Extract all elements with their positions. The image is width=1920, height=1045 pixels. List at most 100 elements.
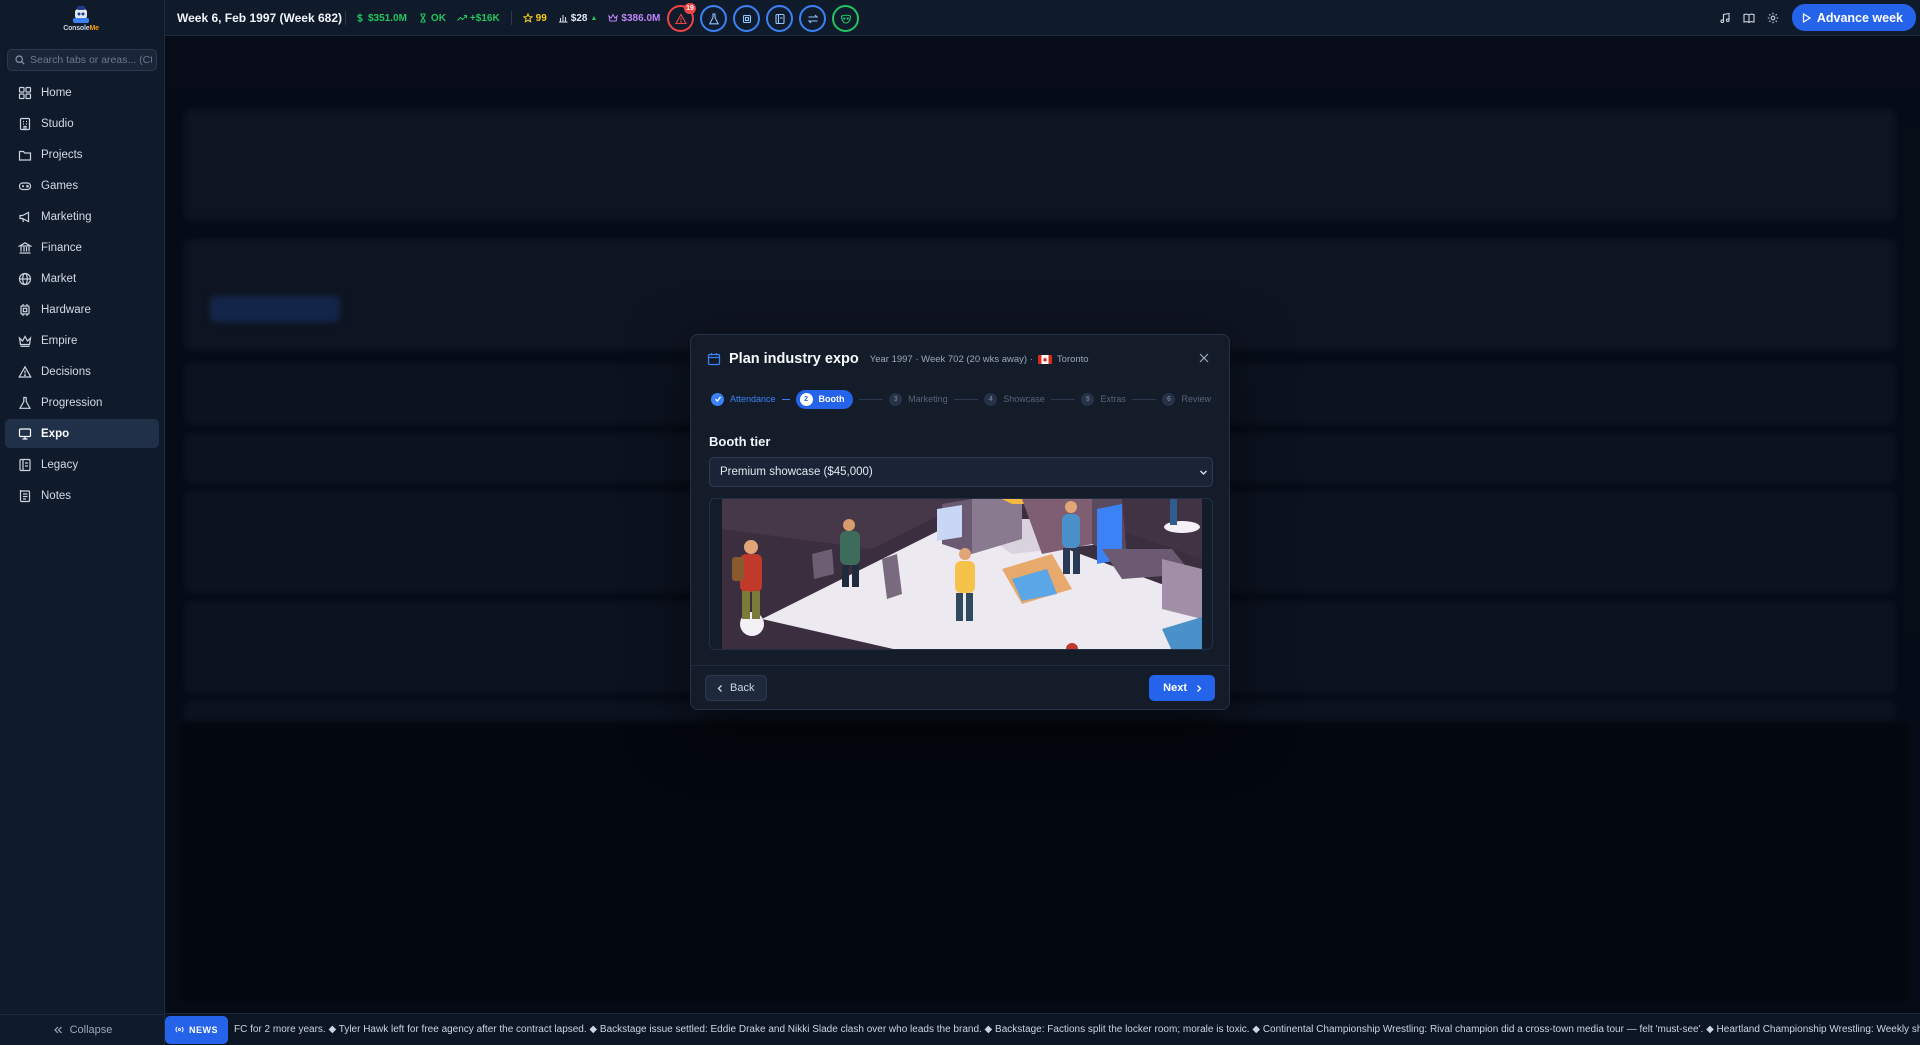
- app-logo[interactable]: ConsoleMe: [50, 6, 112, 36]
- gamepad-icon: [18, 181, 32, 190]
- music-button[interactable]: [1717, 10, 1733, 26]
- back-button[interactable]: Back: [705, 675, 768, 701]
- search-input[interactable]: [30, 54, 152, 66]
- stats-bar: $351.0M OK +$16K 99 $28 ▲ $386.0M: [345, 11, 673, 25]
- close-button[interactable]: [1197, 351, 1211, 365]
- news-tag-label: NEWS: [189, 1024, 218, 1035]
- next-label: Next: [1163, 682, 1187, 694]
- swap-arrows-icon: [807, 14, 818, 23]
- alerts-button[interactable]: 19: [667, 3, 696, 32]
- booth-tier-select[interactable]: Premium showcase ($45,000): [709, 457, 1213, 487]
- sidebar-item-label: Projects: [41, 148, 83, 161]
- ledger-button[interactable]: [766, 5, 793, 32]
- sidebar-item-progression[interactable]: Progression: [5, 388, 159, 417]
- sidebar-item-marketing[interactable]: Marketing: [5, 202, 159, 231]
- sidebar-item-home[interactable]: Home: [5, 78, 159, 107]
- step-connector: [781, 398, 790, 400]
- search-box[interactable]: [7, 49, 157, 71]
- dialog-header: Plan industry expo Year 1997 · Week 702 …: [707, 351, 1089, 367]
- hardware-button[interactable]: [733, 5, 760, 32]
- step-connector: [953, 398, 979, 400]
- divider: [510, 11, 512, 25]
- status-stat[interactable]: OK: [418, 11, 446, 25]
- globe-icon: [18, 272, 32, 285]
- step-number: 4: [984, 392, 998, 406]
- check-icon: [711, 392, 724, 406]
- ledger-icon: [774, 13, 785, 24]
- valuation-value: $386.0M: [621, 12, 661, 24]
- dialog-subtitle: Year 1997 · Week 702 (20 wks away) · Tor…: [870, 354, 1089, 365]
- chevron-right-icon: [1197, 684, 1202, 692]
- sidebar-item-label: Studio: [41, 117, 74, 130]
- price-value: $28: [570, 12, 588, 24]
- chevrons-left-icon: [53, 1026, 62, 1034]
- step-connector: [858, 398, 884, 400]
- dollar-icon: [357, 13, 363, 23]
- sidebar-item-label: Decisions: [41, 365, 91, 378]
- sidebar-item-finance[interactable]: Finance: [5, 233, 159, 262]
- mask-icon: [840, 14, 851, 24]
- sidebar-item-games[interactable]: Games: [5, 171, 159, 200]
- music-note-icon: [1720, 12, 1730, 23]
- sidebar-item-expo[interactable]: Expo: [5, 419, 159, 448]
- sidebar-item-hardware[interactable]: Hardware: [5, 295, 159, 324]
- gear-icon: [1767, 12, 1779, 23]
- mask-button[interactable]: [832, 5, 859, 32]
- search-icon: [15, 55, 25, 65]
- warning-icon: [18, 365, 32, 378]
- advance-week-label: Advance week: [1816, 10, 1903, 25]
- ledger-icon: [19, 458, 31, 471]
- news-tag[interactable]: NEWS: [165, 1015, 228, 1044]
- step-number: 6: [1162, 392, 1176, 406]
- logo-wordmark: ConsoleMe: [63, 25, 99, 32]
- trend-stat[interactable]: +$16K: [457, 11, 500, 25]
- collapse-button[interactable]: Collapse: [0, 1014, 165, 1045]
- warning-icon: [674, 12, 687, 24]
- plan-expo-dialog: Plan industry expo Year 1997 · Week 702 …: [690, 334, 1230, 710]
- transfer-button[interactable]: [799, 5, 826, 32]
- step-attendance[interactable]: Attendance: [711, 392, 776, 406]
- step-label: Extras: [1100, 394, 1126, 404]
- sidebar-item-legacy[interactable]: Legacy: [5, 450, 159, 479]
- settings-button[interactable]: [1765, 10, 1781, 26]
- step-marketing[interactable]: 3 Marketing: [889, 392, 948, 406]
- cash-stat[interactable]: $351.0M: [355, 11, 407, 25]
- step-showcase[interactable]: 4 Showcase: [984, 392, 1045, 406]
- quick-actions: 19: [667, 3, 859, 32]
- step-label: Showcase: [1003, 394, 1045, 404]
- back-label: Back: [730, 682, 755, 694]
- chevron-down-icon: [1200, 470, 1207, 475]
- guide-button[interactable]: [1741, 10, 1757, 26]
- rating-value: 99: [535, 12, 547, 24]
- advance-week-button[interactable]: Advance week: [1791, 4, 1916, 31]
- step-extras[interactable]: 5 Extras: [1081, 392, 1126, 406]
- sidebar-item-empire[interactable]: Empire: [5, 326, 159, 355]
- price-stat[interactable]: $28 ▲: [558, 11, 597, 25]
- folder-icon: [18, 150, 32, 161]
- alerts-badge: 19: [684, 3, 696, 14]
- next-button[interactable]: Next: [1149, 675, 1215, 701]
- sidebar-item-label: Hardware: [41, 303, 91, 316]
- sidebar-item-label: Market: [41, 272, 77, 285]
- rating-stat[interactable]: 99: [522, 11, 547, 25]
- sidebar-item-market[interactable]: Market: [5, 264, 159, 293]
- play-icon: [1802, 12, 1811, 23]
- sidebar-item-label: Expo: [41, 427, 70, 440]
- valuation-stat[interactable]: $386.0M: [608, 11, 660, 25]
- step-booth[interactable]: 2 Booth: [795, 389, 853, 409]
- sidebar-item-decisions[interactable]: Decisions: [5, 357, 159, 386]
- hourglass-icon: [420, 13, 426, 23]
- sidebar-item-studio[interactable]: Studio: [5, 109, 159, 138]
- chip-icon: [742, 14, 751, 23]
- booth-tier-label: Booth tier: [709, 434, 771, 449]
- status-value: OK: [430, 12, 446, 24]
- research-button[interactable]: [700, 5, 727, 32]
- step-label: Marketing: [908, 394, 948, 404]
- step-review[interactable]: 6 Review: [1162, 392, 1211, 406]
- sidebar-item-projects[interactable]: Projects: [5, 140, 159, 169]
- sidebar-item-label: Home: [41, 86, 72, 99]
- flask-icon: [18, 396, 32, 409]
- sidebar-item-notes[interactable]: Notes: [5, 481, 159, 510]
- week-label: Week 6, Feb 1997 (Week 682): [177, 11, 342, 25]
- news-ticker: NEWS FC for 2 more years. ◆ Tyler Hawk l…: [165, 1013, 1920, 1045]
